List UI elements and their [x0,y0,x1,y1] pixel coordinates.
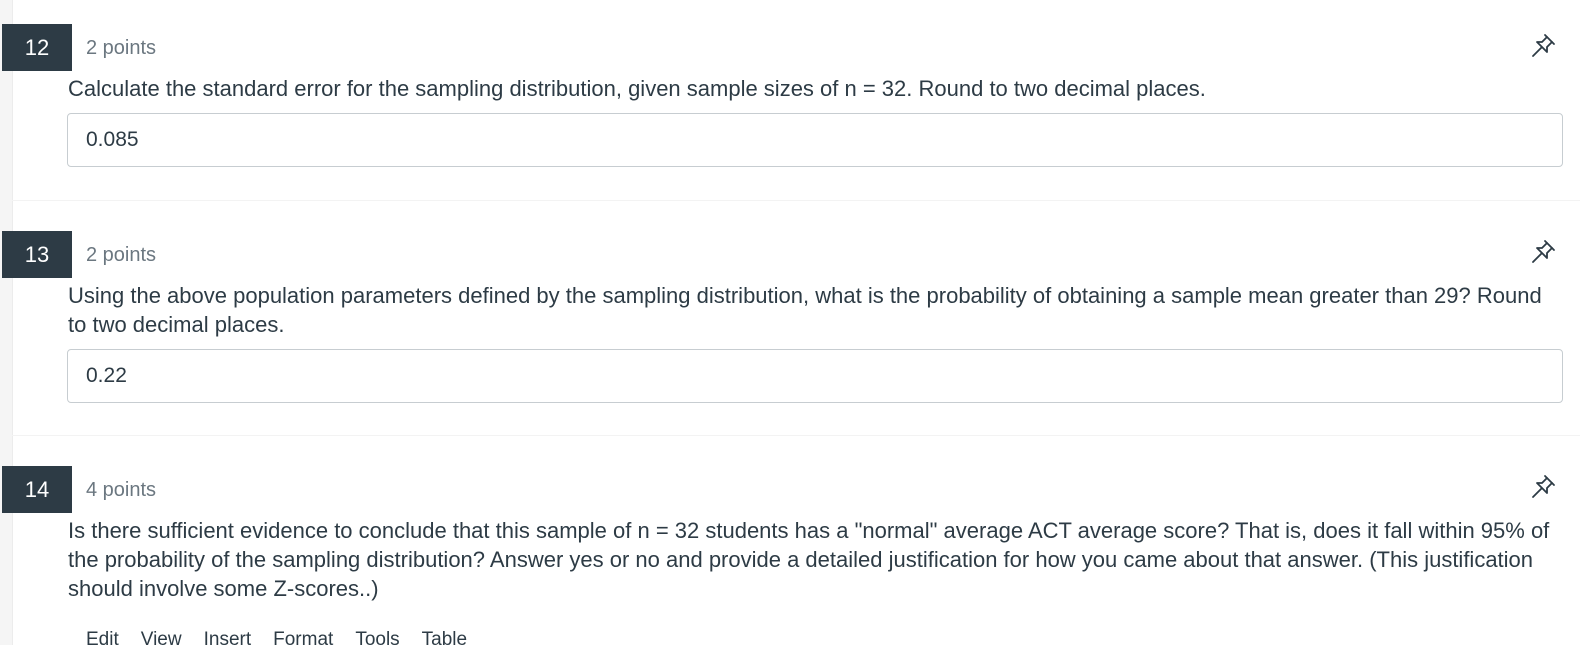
pin-icon[interactable] [1528,31,1558,61]
pin-icon[interactable] [1528,472,1558,502]
question-text: Using the above population parameters de… [68,283,1542,337]
answer-input[interactable] [67,349,1563,403]
question-points: 2 points [86,37,157,59]
menu-tools[interactable]: Tools [355,629,399,645]
question-text: Is there sufficient evidence to conclude… [68,518,1550,601]
question-points: 2 points [86,244,157,266]
menu-view[interactable]: View [141,629,182,645]
menu-edit[interactable]: Edit [86,629,119,645]
question-divider [12,435,1580,436]
question-text: Calculate the standard error for the sam… [68,76,1206,101]
menu-insert[interactable]: Insert [204,629,252,645]
question-points: 4 points [86,479,157,501]
question-divider [12,200,1580,201]
question-number-badge: 13 [2,231,72,278]
quiz-page: 12 2 points Calculate the standard error… [0,0,1580,645]
question-number-badge: 14 [2,466,72,513]
menu-table[interactable]: Table [422,629,467,645]
pin-icon[interactable] [1528,237,1558,267]
menu-format[interactable]: Format [273,629,333,645]
editor-menubar: Edit View Insert Format Tools Table [86,629,467,645]
question-number-badge: 12 [2,24,72,71]
answer-input[interactable] [67,113,1563,167]
left-rail [0,0,13,645]
